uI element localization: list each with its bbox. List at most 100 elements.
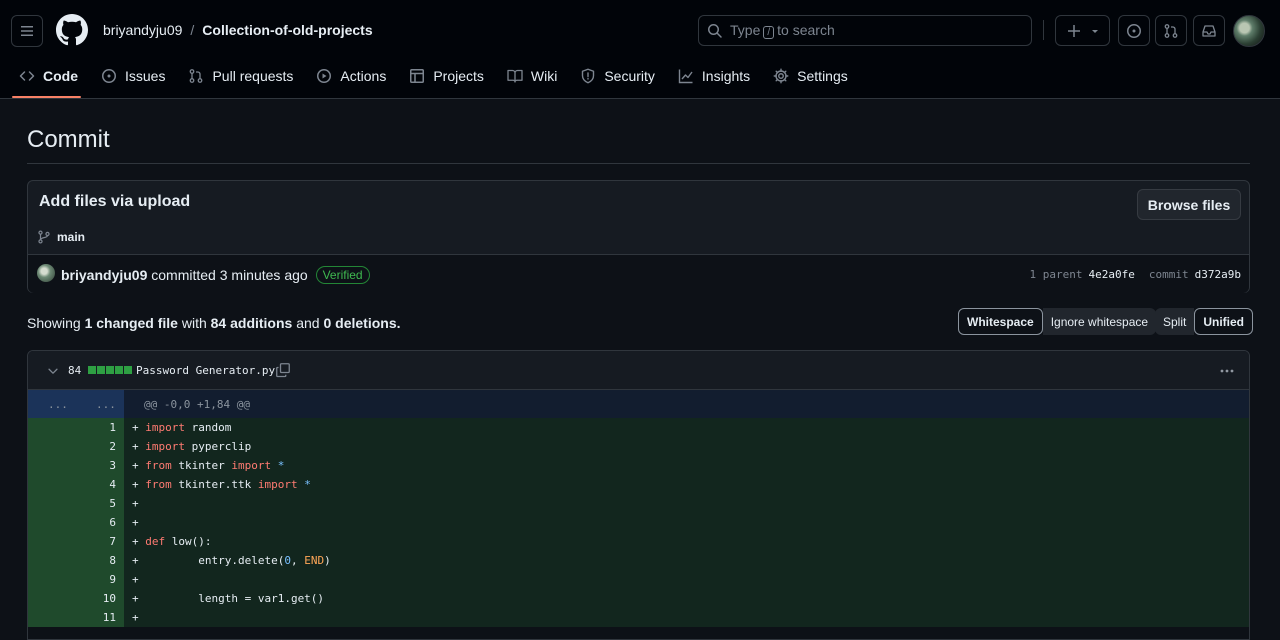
diff-line: 3 + from tkinter import * bbox=[28, 456, 1249, 475]
code-text: + import random bbox=[132, 421, 232, 434]
tab-settings[interactable]: Settings bbox=[773, 62, 848, 90]
file-change-count: 84 bbox=[68, 364, 82, 377]
github-logo-icon[interactable] bbox=[56, 14, 88, 46]
code-text: + import pyperclip bbox=[132, 440, 252, 453]
search-placeholder-prefix: Type bbox=[730, 22, 761, 38]
tab-projects-label: Projects bbox=[433, 68, 484, 84]
diff-line: 4 + from tkinter.ttk import * bbox=[28, 475, 1249, 494]
line-number-text: 5 bbox=[109, 497, 116, 510]
line-number-text: 8 bbox=[109, 554, 116, 567]
hunk-new-expander[interactable]: ... bbox=[96, 398, 116, 411]
commit-sha: d372a9b bbox=[1194, 268, 1241, 281]
whitespace-button[interactable]: Whitespace bbox=[958, 308, 1043, 335]
hunk-range: @@ -0,0 +1,84 @@ bbox=[144, 398, 250, 411]
summary-and: and bbox=[296, 315, 320, 331]
line-number-text: 10 bbox=[102, 592, 116, 605]
plus-icon bbox=[1067, 24, 1080, 37]
inbox-button[interactable] bbox=[1193, 15, 1225, 46]
user-avatar[interactable] bbox=[1233, 15, 1265, 47]
caret-down-icon bbox=[1091, 29, 1098, 33]
summary-showing: Showing bbox=[27, 315, 81, 331]
commit-author-line: briyandyju09 committed 3 minutes ago Ver… bbox=[61, 266, 370, 284]
repo-link[interactable]: Collection-of-old-projects bbox=[202, 22, 372, 38]
summary-files: 1 changed file bbox=[84, 315, 178, 331]
author-avatar[interactable] bbox=[37, 264, 55, 282]
tab-projects[interactable]: Projects bbox=[409, 62, 484, 90]
line-number[interactable]: 7 bbox=[28, 532, 124, 551]
file-diff: 84 Password Generator.py ... ... @@ -0,0… bbox=[27, 350, 1250, 640]
commit-message: Add files via upload bbox=[39, 193, 191, 210]
tab-issues[interactable]: Issues bbox=[101, 62, 165, 90]
code-text: + bbox=[132, 497, 139, 510]
code-text: + from tkinter.ttk import * bbox=[132, 478, 311, 491]
line-number-text: 2 bbox=[109, 440, 116, 453]
search-input[interactable]: Type / to search bbox=[698, 15, 1032, 46]
line-number[interactable]: 2 bbox=[28, 437, 124, 456]
branch-label[interactable]: main bbox=[37, 230, 85, 244]
diff-line: 10 + length = var1.get() bbox=[28, 589, 1249, 608]
chevron-down-icon[interactable] bbox=[46, 364, 60, 378]
line-number[interactable]: 4 bbox=[28, 475, 124, 494]
diff-line: 2 + import pyperclip bbox=[28, 437, 1249, 456]
tab-insights[interactable]: Insights bbox=[678, 62, 750, 90]
create-new-button[interactable] bbox=[1055, 15, 1110, 46]
ignore-whitespace-button[interactable]: Ignore whitespace bbox=[1042, 308, 1157, 335]
breadcrumb-separator: / bbox=[190, 22, 195, 38]
line-number[interactable]: 8 bbox=[28, 551, 124, 570]
table-icon bbox=[410, 69, 425, 83]
hunk-old-expander[interactable]: ... bbox=[48, 398, 68, 411]
line-number[interactable]: 10 bbox=[28, 589, 124, 608]
page-title: Commit bbox=[27, 126, 110, 153]
unified-view-button[interactable]: Unified bbox=[1194, 308, 1254, 335]
tab-pull-requests[interactable]: Pull requests bbox=[188, 62, 293, 90]
tab-pull-requests-label: Pull requests bbox=[212, 68, 294, 84]
repo-tabs: Code Issues Pull requests Actions Projec… bbox=[0, 62, 871, 99]
copy-icon[interactable] bbox=[275, 362, 291, 378]
line-number[interactable]: 11 bbox=[28, 608, 124, 627]
kebab-horizontal-icon[interactable] bbox=[1219, 363, 1235, 379]
parent-label: 1 parent bbox=[1029, 268, 1083, 281]
book-icon bbox=[507, 69, 523, 83]
file-name[interactable]: Password Generator.py bbox=[136, 364, 275, 377]
commit-panel: Add files via upload Browse files main b… bbox=[27, 180, 1250, 293]
line-number[interactable]: 6 bbox=[28, 513, 124, 532]
tab-issues-label: Issues bbox=[125, 68, 166, 84]
verified-badge[interactable]: Verified bbox=[315, 266, 370, 284]
owner-link[interactable]: briyandyju09 bbox=[103, 22, 182, 38]
tab-security[interactable]: Security bbox=[580, 62, 655, 90]
line-number[interactable]: 5 bbox=[28, 494, 124, 513]
line-number[interactable]: 1 bbox=[28, 418, 124, 437]
hunk-expand-gutter[interactable]: ... ... bbox=[28, 390, 124, 418]
diff-summary: Showing 1 changed file with 84 additions… bbox=[27, 315, 401, 331]
summary-deletions: 0 deletions bbox=[323, 315, 397, 331]
search-icon bbox=[708, 23, 722, 38]
summary-additions: 84 additions bbox=[210, 315, 293, 331]
search-placeholder-suffix: to search bbox=[777, 22, 835, 38]
code-text: + from tkinter import * bbox=[132, 459, 285, 472]
diff-view-toggle: Split Unified bbox=[1155, 308, 1254, 335]
browse-files-button[interactable]: Browse files bbox=[1137, 189, 1241, 220]
line-number-text: 9 bbox=[109, 573, 116, 586]
commit-time: committed 3 minutes ago bbox=[151, 267, 308, 283]
menu-button[interactable] bbox=[11, 15, 43, 47]
tab-actions-label: Actions bbox=[340, 68, 387, 84]
tab-code[interactable]: Code bbox=[19, 62, 78, 90]
author-link[interactable]: briyandyju09 bbox=[61, 267, 147, 283]
diff-line: 7 + def low(): bbox=[28, 532, 1249, 551]
code-icon bbox=[19, 71, 35, 81]
issues-button[interactable] bbox=[1118, 15, 1150, 46]
line-number[interactable]: 9 bbox=[28, 570, 124, 589]
tab-actions[interactable]: Actions bbox=[316, 62, 386, 90]
line-number[interactable]: 3 bbox=[28, 456, 124, 475]
tab-code-label: Code bbox=[43, 68, 78, 84]
pull-requests-button[interactable] bbox=[1155, 15, 1187, 46]
tab-wiki[interactable]: Wiki bbox=[507, 62, 557, 90]
parent-sha-link[interactable]: 4e2a0fe bbox=[1089, 268, 1135, 281]
summary-end: . bbox=[396, 315, 401, 331]
split-view-button[interactable]: Split bbox=[1155, 308, 1195, 335]
hamburger-icon bbox=[21, 26, 33, 36]
file-header: 84 Password Generator.py bbox=[28, 351, 1249, 390]
issue-icon bbox=[1127, 23, 1141, 38]
line-number-text: 4 bbox=[109, 478, 116, 491]
line-number-text: 11 bbox=[102, 611, 116, 624]
